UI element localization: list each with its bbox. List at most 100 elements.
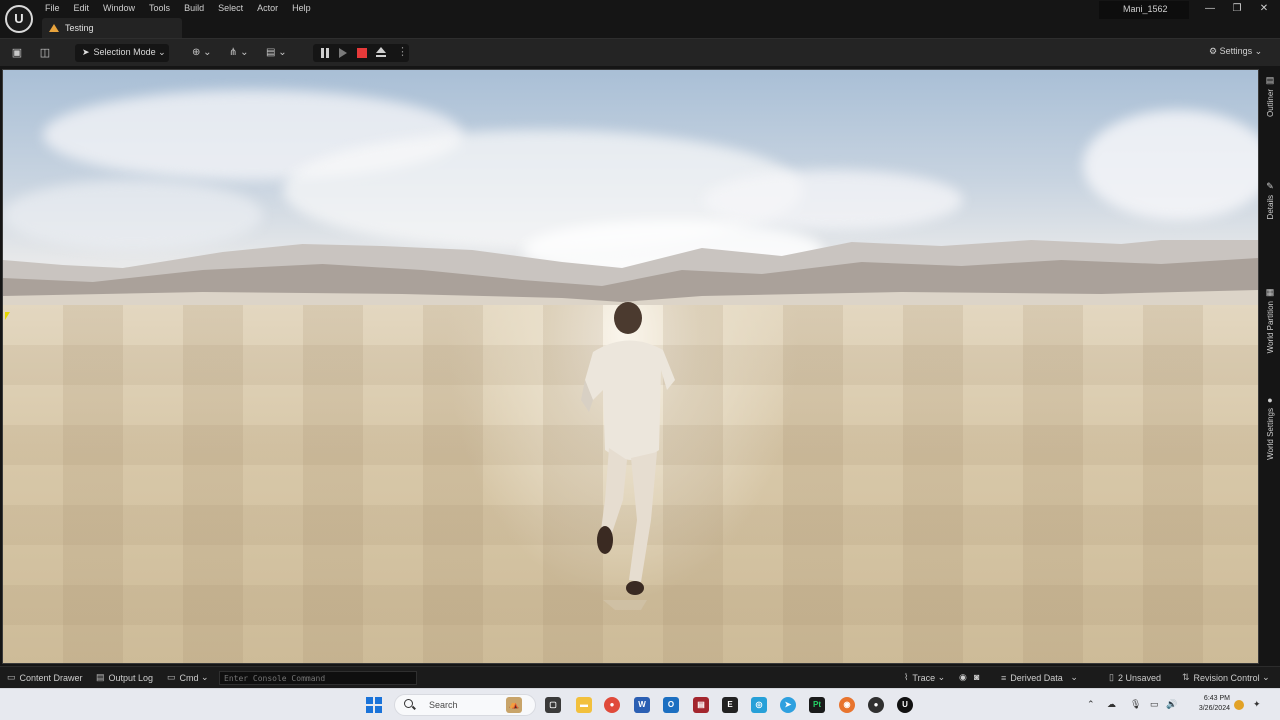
telegram-icon[interactable]: ➤: [780, 697, 796, 713]
title-bar: U File Edit Window Tools Build Select Ac…: [0, 0, 1280, 38]
microphone-icon[interactable]: 🎙: [1130, 699, 1141, 710]
terminal-icon: ▭: [167, 672, 176, 682]
unsaved-label: 2 Unsaved: [1117, 672, 1161, 683]
outlook-icon[interactable]: O: [663, 697, 679, 713]
search-icon: [404, 699, 413, 708]
main-menu: File Edit Window Tools Build Select Acto…: [38, 0, 318, 16]
windows-start-icon[interactable]: [366, 697, 382, 713]
file-icon: ▯: [1109, 672, 1114, 682]
search-highlight-icon: ⛺: [506, 697, 522, 713]
eject-icon[interactable]: [375, 47, 387, 59]
menu-file[interactable]: File: [38, 0, 67, 16]
side-panel-tabs: ▤ Outliner ✎ Details ▦ World Partition ●…: [1260, 69, 1280, 664]
menu-build[interactable]: Build: [177, 0, 211, 16]
show-hidden-icons-icon[interactable]: ⌃: [1087, 699, 1095, 710]
selection-mode-dropdown[interactable]: ➤ Selection Mode ⌄: [75, 44, 169, 62]
settings-label: Settings: [1219, 46, 1253, 56]
tab-outliner-label: Outliner: [1265, 89, 1275, 118]
close-button[interactable]: ✕: [1257, 3, 1271, 15]
add-actor-button[interactable]: ⊕ ⌄: [192, 44, 212, 62]
globe-icon: ●: [1267, 395, 1273, 405]
menu-tools[interactable]: Tools: [142, 0, 177, 16]
unreal-engine-taskbar-icon[interactable]: U: [897, 697, 913, 713]
cloud-icon[interactable]: ☁: [1107, 699, 1116, 710]
blender-icon[interactable]: ◉: [839, 697, 855, 713]
blueprint-button[interactable]: ⋔ ⌄: [229, 44, 249, 62]
cinematics-button[interactable]: ▤ ⌄: [266, 44, 287, 62]
drawer-icon: ▭: [7, 672, 16, 682]
output-log-label: Output Log: [108, 672, 154, 683]
menu-select[interactable]: Select: [211, 0, 250, 16]
pause-icon[interactable]: [320, 48, 330, 58]
trace-dropdown[interactable]: ⌇ Trace ⌄: [904, 672, 945, 683]
messaging-app-icon[interactable]: ◎: [751, 697, 767, 713]
gear-icon: ⚙: [1209, 46, 1218, 56]
grid-icon: ▦: [1265, 287, 1275, 297]
menu-help[interactable]: Help: [285, 0, 318, 16]
record-icon[interactable]: ◉: [959, 672, 967, 683]
level-warning-icon: [49, 24, 59, 32]
unsaved-button[interactable]: ▯ 2 Unsaved: [1109, 672, 1161, 683]
epic-games-icon[interactable]: E: [722, 697, 738, 713]
content-drawer-label: Content Drawer: [19, 672, 83, 683]
trace-label: Trace: [912, 672, 936, 683]
unreal-logo-icon[interactable]: U: [5, 5, 33, 33]
taskbar-search-label: Search: [429, 700, 458, 710]
derived-data-dropdown[interactable]: ≡ Derived Data ⌄: [1001, 672, 1078, 683]
menu-actor[interactable]: Actor: [250, 0, 285, 16]
level-tab[interactable]: Testing: [42, 18, 182, 38]
main-toolbar: ▣ ◫ ➤ Selection Mode ⌄ ⊕ ⌄ ⋔ ⌄ ▤ ⌄ ⋮ ⚙ Se…: [0, 38, 1280, 66]
play-controls: ⋮: [313, 44, 409, 62]
chrome-icon[interactable]: ●: [604, 697, 620, 713]
content-browse-icon[interactable]: ◫: [38, 46, 52, 60]
tab-world-partition[interactable]: ▦ World Partition: [1263, 287, 1277, 353]
windows-taskbar: Search ⛺ ▢ ▬ ● W O ▤ E ◎ ➤ Pt ◉ ● U ⌃ ☁ …: [0, 688, 1280, 720]
chevron-down-icon: ⌄: [158, 47, 166, 57]
media-app-icon[interactable]: ▤: [693, 697, 709, 713]
maximize-button[interactable]: ❐: [1230, 3, 1244, 15]
clock-date: 3/26/2024: [1198, 705, 1230, 712]
tab-world-partition-label: World Partition: [1265, 301, 1275, 354]
tab-world-settings[interactable]: ● World Settings: [1263, 395, 1277, 460]
tab-outliner[interactable]: ▤ Outliner: [1263, 75, 1277, 117]
outliner-icon: ▤: [1265, 75, 1275, 85]
word-icon[interactable]: W: [634, 697, 650, 713]
pencil-icon: ✎: [1266, 181, 1274, 191]
cmd-label: Cmd: [179, 672, 199, 683]
taskbar-clock[interactable]: 6:43 PM 3/26/2024: [1190, 694, 1230, 714]
file-explorer-icon[interactable]: ▬: [576, 697, 592, 713]
network-icon[interactable]: ▭: [1150, 699, 1159, 710]
pycharm-icon[interactable]: Pt: [809, 697, 825, 713]
chevron-down-icon: ⌄: [201, 672, 209, 682]
obs-icon[interactable]: ●: [868, 697, 884, 713]
camera-icon[interactable]: ◙: [974, 672, 979, 682]
level-tab-label: Testing: [65, 23, 94, 33]
tab-details[interactable]: ✎ Details: [1263, 181, 1277, 219]
derived-data-label: Derived Data: [1010, 672, 1063, 683]
mouse-cursor-icon: [5, 312, 10, 320]
stop-icon[interactable]: [357, 48, 367, 58]
cursor-icon: ➤: [82, 47, 90, 57]
chevron-down-icon: ⌄: [1070, 672, 1078, 682]
database-icon: ≡: [1001, 672, 1007, 683]
save-icon[interactable]: ▣: [10, 46, 24, 60]
settings-button[interactable]: ⚙ Settings ⌄: [1209, 46, 1262, 57]
revision-control-dropdown[interactable]: ⇅ Revision Control ⌄: [1182, 672, 1270, 683]
task-view-icon[interactable]: ▢: [545, 697, 561, 713]
console-command-input[interactable]: [219, 671, 417, 685]
more-options-icon[interactable]: ⋮: [397, 45, 408, 58]
minimize-button[interactable]: —: [1203, 3, 1217, 15]
output-log-button[interactable]: ▤ Output Log: [96, 672, 153, 683]
menu-window[interactable]: Window: [96, 0, 142, 16]
revision-control-label: Revision Control: [1193, 672, 1260, 683]
status-bar: ▭Content Drawer ▤Output Log ▭Cmd ⌄ ⌇Trac…: [0, 666, 1280, 688]
resume-icon[interactable]: [339, 48, 347, 58]
menu-edit[interactable]: Edit: [67, 0, 97, 16]
cmd-dropdown[interactable]: ▭ Cmd ⌄: [167, 672, 209, 683]
content-drawer-button[interactable]: ▭ Content Drawer: [7, 672, 83, 683]
level-viewport[interactable]: [2, 69, 1259, 664]
chevron-down-icon: ⌄: [937, 672, 946, 682]
volume-icon[interactable]: 🔊: [1166, 699, 1177, 710]
copilot-icon[interactable]: ✦: [1253, 699, 1261, 710]
notification-icon[interactable]: [1234, 700, 1244, 710]
